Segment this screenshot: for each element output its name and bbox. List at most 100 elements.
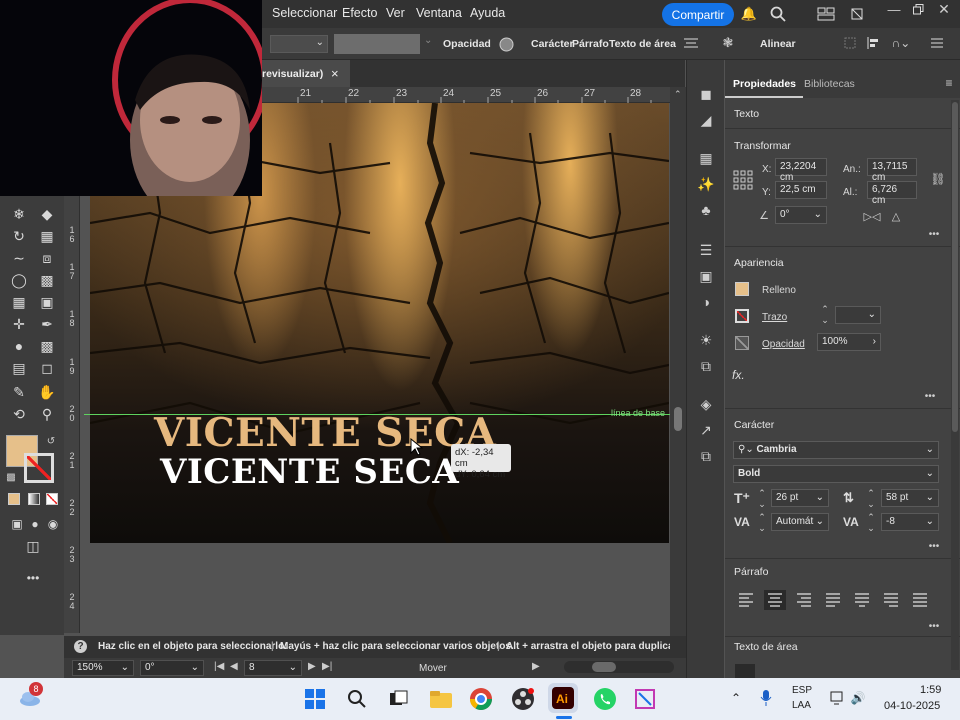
- whatsapp-icon[interactable]: [590, 684, 620, 714]
- leading-input[interactable]: 58 pt ⌄: [881, 489, 939, 507]
- flip-vertical-icon[interactable]: △: [889, 209, 903, 223]
- width-input[interactable]: 13,7115 cm: [867, 158, 917, 183]
- y-input[interactable]: 22,5 cm: [775, 181, 827, 199]
- clock-time[interactable]: 1:59: [920, 684, 941, 696]
- tab-libraries[interactable]: Bibliotecas: [804, 78, 855, 90]
- next-artboard-icon[interactable]: ▶: [308, 661, 316, 672]
- menu-lines-icon[interactable]: [928, 35, 946, 51]
- bell-icon[interactable]: 🔔: [740, 5, 758, 23]
- more-tools-icon[interactable]: •••: [22, 567, 44, 589]
- vertical-scrollbar[interactable]: ⌃ ⌄: [670, 87, 686, 657]
- scrollbar-thumb[interactable]: [674, 407, 682, 431]
- kerning-stepper[interactable]: ⌃ ⌄: [756, 512, 768, 533]
- character-link[interactable]: Carácter: [531, 38, 574, 50]
- free-transform-icon[interactable]: ⧈: [36, 247, 58, 269]
- height-input[interactable]: 6,726 cm: [867, 181, 917, 206]
- menu-ventana[interactable]: Ventana: [416, 6, 462, 20]
- symbol-sprayer-icon[interactable]: ▩: [36, 335, 58, 357]
- puppet-warp-icon[interactable]: ❃: [718, 34, 738, 52]
- keyboard-layout[interactable]: LAA: [792, 700, 811, 711]
- workspace-icon[interactable]: [816, 6, 836, 22]
- shape-mode-icon[interactable]: ∩⌄: [890, 35, 912, 51]
- close-window-icon[interactable]: ✕: [936, 1, 952, 17]
- draw-inside-icon[interactable]: ◉: [42, 513, 64, 535]
- flip-horizontal-icon[interactable]: ▷◁: [864, 209, 881, 223]
- more-paragraph-icon[interactable]: •••: [925, 620, 943, 632]
- opacity-input[interactable]: 100% ›: [817, 333, 881, 351]
- rotate-view-icon[interactable]: ⟲: [8, 403, 30, 425]
- hscroll-thumb[interactable]: [592, 662, 616, 672]
- mesh-tool-icon[interactable]: ✛: [8, 313, 30, 335]
- gradient-mode-icon[interactable]: [28, 493, 40, 505]
- search-icon[interactable]: [342, 684, 372, 714]
- reference-point-icon[interactable]: [733, 170, 753, 190]
- color-mode-icon[interactable]: [8, 493, 20, 505]
- stroke-weight-dropdown[interactable]: ⌄: [270, 35, 328, 53]
- live-paint-icon[interactable]: ▩: [36, 269, 58, 291]
- chrome-icon[interactable]: [466, 684, 496, 714]
- stroke-color-swatch[interactable]: [735, 309, 749, 323]
- eyedropper-icon[interactable]: ✒: [36, 313, 58, 335]
- tab-properties[interactable]: Propiedades: [733, 78, 796, 90]
- transform-icon[interactable]: [842, 35, 858, 51]
- shape-builder-icon[interactable]: ◯: [8, 269, 30, 291]
- export-icon[interactable]: ↗: [696, 420, 716, 440]
- last-artboard-icon[interactable]: ▶|: [322, 661, 332, 672]
- prev-artboard-icon[interactable]: ◀: [230, 661, 238, 672]
- artboard-number-field[interactable]: 8 ⌄: [244, 660, 302, 676]
- more-appearance-icon[interactable]: •••: [921, 390, 939, 402]
- opacity-link[interactable]: Opacidad: [443, 38, 491, 50]
- text-object-gold[interactable]: VICENTE SECA: [154, 410, 496, 456]
- text-align-icon[interactable]: [680, 35, 702, 51]
- language-code[interactable]: ESP: [792, 685, 812, 696]
- blob-brush-icon[interactable]: ❄: [8, 203, 30, 225]
- more-character-icon[interactable]: •••: [925, 540, 943, 552]
- rotate-tool-icon[interactable]: ↻: [8, 225, 30, 247]
- arrange-icon[interactable]: [850, 7, 864, 21]
- zoom-field[interactable]: 150% ⌄: [72, 660, 134, 676]
- menu-ver[interactable]: Ver: [386, 6, 405, 20]
- menu-efecto[interactable]: Efecto: [342, 6, 377, 20]
- blend-tool-icon[interactable]: ●: [8, 335, 30, 357]
- panel-menu-icon[interactable]: ≡: [943, 76, 955, 90]
- more-transform-icon[interactable]: •••: [925, 228, 943, 240]
- panel-scroll-thumb[interactable]: [952, 102, 958, 432]
- leading-stepper[interactable]: ⌃ ⌄: [865, 488, 877, 509]
- font-size-stepper[interactable]: ⌃ ⌄: [756, 488, 768, 509]
- kerning-input[interactable]: Automát ⌄: [771, 513, 829, 531]
- screen-mode-icon[interactable]: ◫: [22, 535, 44, 557]
- minimize-icon[interactable]: —: [886, 2, 902, 17]
- obs-icon[interactable]: [508, 684, 538, 714]
- zoom-icon[interactable]: ⚲: [36, 403, 58, 425]
- graph-tool-icon[interactable]: ▤: [8, 357, 30, 379]
- layers-icon[interactable]: ◈: [696, 394, 716, 414]
- network-icon[interactable]: [830, 690, 846, 706]
- constrain-proportions-icon[interactable]: ⛓: [929, 170, 947, 188]
- stroke-icon[interactable]: ☰: [696, 240, 716, 260]
- hand-icon[interactable]: ✋: [36, 381, 58, 403]
- panel-scrollbar[interactable]: [951, 100, 959, 670]
- illustrator-icon[interactable]: Ai: [548, 683, 578, 713]
- rotation-field[interactable]: 0° ⌄: [140, 660, 204, 676]
- text-object-white[interactable]: VICENTE SECA: [160, 452, 459, 492]
- symbols-icon[interactable]: ♣: [696, 200, 716, 220]
- restore-icon[interactable]: [910, 2, 926, 16]
- microphone-icon[interactable]: [758, 688, 774, 708]
- width-tool-icon[interactable]: ∼: [8, 247, 30, 269]
- align-left-icon[interactable]: [866, 35, 882, 51]
- artboard-tool-icon[interactable]: ◻: [36, 357, 58, 379]
- opacity-link[interactable]: Opacidad: [762, 339, 805, 350]
- slice-tool-icon[interactable]: ✎: [8, 381, 30, 403]
- share-button[interactable]: Compartir: [662, 3, 734, 26]
- status-menu-icon[interactable]: ▶: [532, 661, 540, 672]
- chevron-up-icon[interactable]: ⌃: [728, 690, 744, 706]
- horizontal-scrollbar[interactable]: [564, 661, 674, 673]
- swap-colors-icon[interactable]: ↺: [44, 435, 58, 447]
- font-size-input[interactable]: 26 pt ⌄: [771, 489, 829, 507]
- first-artboard-icon[interactable]: |◀: [214, 661, 224, 672]
- none-mode-icon[interactable]: [46, 493, 58, 505]
- fx-icon[interactable]: fx.: [732, 368, 745, 382]
- help-icon[interactable]: ?: [74, 640, 87, 653]
- stroke-weight-stepper[interactable]: ⌃ ⌄: [819, 304, 831, 325]
- snipping-tool-icon[interactable]: [630, 684, 660, 714]
